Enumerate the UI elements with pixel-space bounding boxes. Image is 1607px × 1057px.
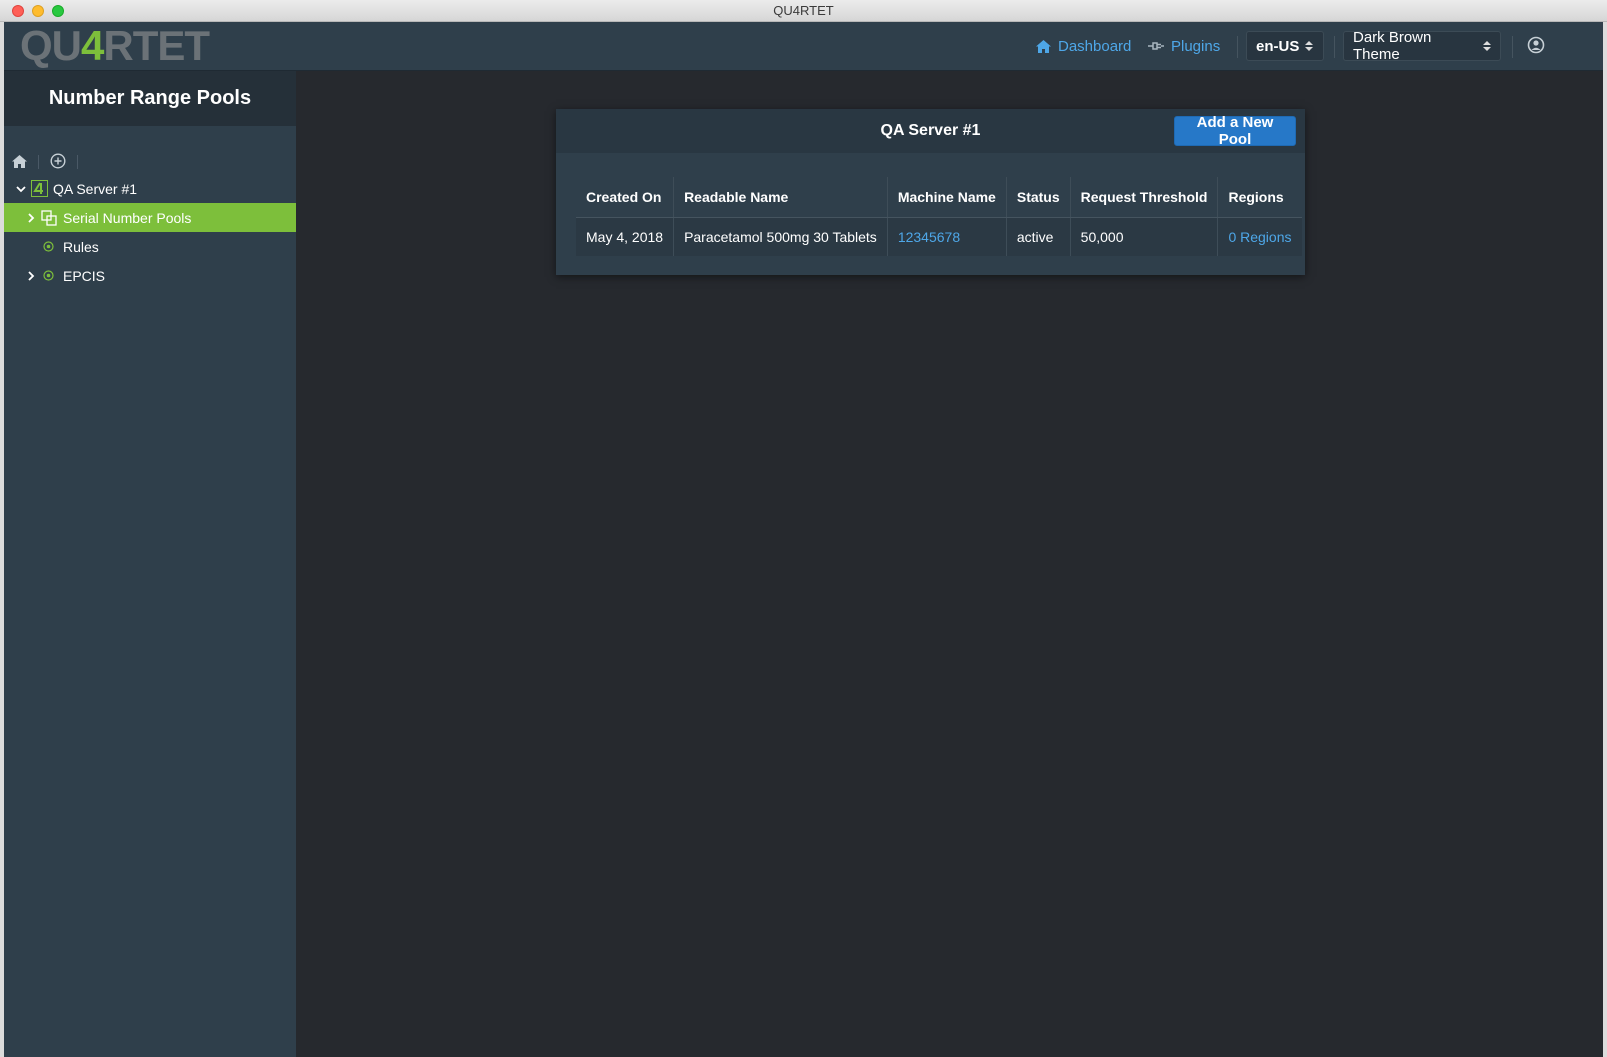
target-icon <box>43 270 54 281</box>
select-arrows-icon <box>1305 41 1314 51</box>
home-icon <box>1034 37 1052 55</box>
target-icon <box>43 241 54 252</box>
window-titlebar: QU4RTET <box>0 0 1607 22</box>
sidebar-tree: QA Server #1 Serial Number Pools Rules E… <box>4 174 296 290</box>
language-select[interactable]: en-US <box>1246 31 1324 61</box>
column-header[interactable]: Readable Name <box>673 177 888 218</box>
column-header[interactable]: Machine Name <box>886 177 1007 218</box>
tree-item-epcis[interactable]: EPCIS <box>4 261 296 290</box>
select-arrows-icon <box>1483 41 1491 51</box>
toolbar-divider <box>77 155 78 169</box>
top-navbar: QU4RTET Dashboard Plugins en-US Dark Bro… <box>4 22 1603 71</box>
sidebar-title: Number Range Pools <box>4 71 296 126</box>
quartet-logo[interactable]: QU4RTET <box>20 22 210 69</box>
created-on-cell: May 4, 2018 <box>576 217 674 256</box>
window-title: QU4RTET <box>773 3 834 18</box>
plugins-link[interactable]: Plugins <box>1147 37 1220 55</box>
tree-item-label: QA Server #1 <box>53 180 138 197</box>
language-value: en-US <box>1256 37 1300 55</box>
sidebar-toolbar <box>4 151 296 173</box>
pools-icon <box>41 209 57 226</box>
theme-value: Dark Brown Theme <box>1353 29 1432 63</box>
pool-panel: QA Server #1 Add a New Pool Created On R… <box>556 109 1305 275</box>
column-header[interactable]: Regions <box>1217 177 1302 218</box>
readable-name-cell: Paracetamol 500mg 30 Tablets <box>673 217 888 256</box>
regions-link[interactable]: 0 Regions <box>1217 217 1302 256</box>
sidebar: Number Range Pools QA Server #1 Serial N… <box>4 71 296 1057</box>
table-row[interactable]: May 4, 2018 Paracetamol 500mg 30 Tablets… <box>576 217 1302 256</box>
plus-circle-icon[interactable] <box>49 151 67 171</box>
navbar-divider <box>1237 36 1238 58</box>
column-header[interactable]: Created On <box>576 177 674 218</box>
navbar-divider <box>1512 36 1513 58</box>
tree-item-qa-server[interactable]: QA Server #1 <box>4 174 296 203</box>
navbar-divider <box>1334 36 1335 58</box>
logo-four: 4 <box>81 22 104 69</box>
status-cell: active <box>1005 217 1071 256</box>
chevron-down-icon[interactable] <box>16 184 26 194</box>
tree-item-rules[interactable]: Rules <box>4 232 296 261</box>
theme-select[interactable]: Dark Brown Theme <box>1343 29 1501 63</box>
panel-header: QA Server #1 Add a New Pool <box>556 109 1305 153</box>
pools-table: Created On Readable Name Machine Name St… <box>576 177 1302 256</box>
dashboard-link[interactable]: Dashboard <box>1034 37 1131 55</box>
dashboard-link-label: Dashboard <box>1058 37 1132 55</box>
chevron-right-icon[interactable] <box>26 270 36 281</box>
machine-name-link[interactable]: 12345678 <box>886 217 1007 256</box>
toolbar-divider <box>38 155 39 169</box>
table-header-row: Created On Readable Name Machine Name St… <box>576 177 1302 218</box>
user-icon[interactable] <box>1527 36 1545 54</box>
tree-item-label: EPCIS <box>63 267 106 284</box>
column-header[interactable]: Request Threshold <box>1069 177 1218 218</box>
plugins-link-label: Plugins <box>1171 37 1221 55</box>
column-header[interactable]: Status <box>1005 177 1071 218</box>
tree-item-serial-number-pools[interactable]: Serial Number Pools <box>4 203 296 232</box>
logo-suffix: RTET <box>103 22 210 69</box>
tree-item-label: Serial Number Pools <box>63 209 192 226</box>
home-icon[interactable] <box>10 151 28 171</box>
chevron-right-icon[interactable] <box>26 212 36 223</box>
request-threshold-cell: 50,000 <box>1069 217 1218 256</box>
quartet-logo-icon <box>31 180 48 197</box>
plug-icon <box>1147 37 1165 55</box>
logo-prefix: QU <box>20 22 82 69</box>
app-window: QU4RTET Dashboard Plugins en-US Dark Bro… <box>4 22 1603 1057</box>
tree-item-label: Rules <box>63 238 99 255</box>
add-new-pool-button[interactable]: Add a New Pool <box>1174 114 1296 148</box>
